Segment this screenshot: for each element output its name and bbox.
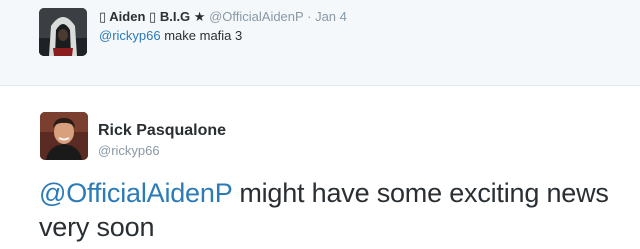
tweet-text: @OfficialAidenP might have some exciting…: [39, 176, 619, 244]
reply-date[interactable]: Jan 4: [315, 9, 347, 24]
reply-author-handle[interactable]: @OfficialAidenP: [209, 9, 303, 24]
star-icon: ★: [193, 10, 206, 25]
hooded-figure-avatar-image: [39, 8, 87, 56]
author-avatar[interactable]: [40, 112, 88, 160]
portrait-avatar-image: [40, 112, 88, 160]
box-glyph-icon: ▯: [149, 10, 157, 25]
author-name[interactable]: Rick Pasqualone: [98, 122, 226, 140]
reply-header: ▯ Aiden ▯ B.I.G ★ @OfficialAidenP · Jan …: [99, 9, 347, 26]
reply-tweet[interactable]: ▯ Aiden ▯ B.I.G ★ @OfficialAidenP · Jan …: [0, 0, 640, 86]
box-glyph-icon: ▯: [99, 10, 107, 25]
reply-author-name[interactable]: ▯ Aiden ▯ B.I.G ★: [99, 9, 206, 25]
tweet-mention-link[interactable]: @OfficialAidenP: [39, 178, 232, 208]
reply-body: make mafia 3: [160, 28, 243, 43]
author-handle[interactable]: @rickyp66: [98, 143, 160, 159]
reply-text: @rickyp66 make mafia 3: [99, 28, 242, 44]
reply-avatar[interactable]: [39, 8, 87, 56]
separator-dot: ·: [307, 9, 312, 24]
reply-mention-link[interactable]: @rickyp66: [99, 28, 161, 43]
